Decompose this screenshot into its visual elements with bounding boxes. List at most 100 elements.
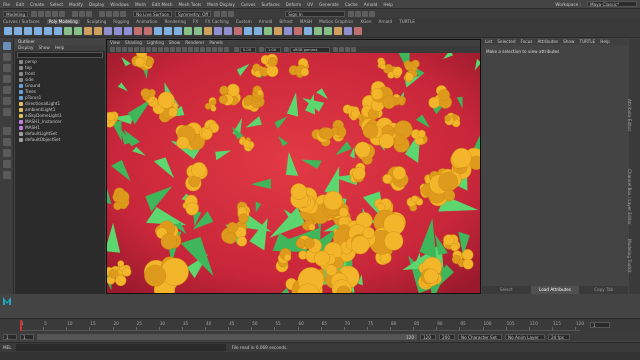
shelf-tab-2[interactable]: Sculpting [87, 19, 107, 24]
menu-item-windows[interactable]: Windows [110, 2, 129, 7]
smooth-shade-icon[interactable] [164, 47, 169, 52]
panel-layout2-icon[interactable] [339, 47, 344, 52]
outliner-menu-display[interactable]: Display [18, 45, 33, 51]
ambient-occlusion-icon[interactable] [194, 47, 199, 52]
outliner-search-input[interactable] [17, 52, 103, 58]
viewport-panel[interactable]: View Shading Lighting Show Renderer Panels 0.… [106, 39, 481, 294]
menu-item-deform[interactable]: Deform [286, 2, 302, 7]
live-surface-dropdown[interactable]: No Live Surface [133, 10, 172, 17]
camera-lock-icon[interactable] [116, 47, 121, 52]
outliner-item[interactable]: defaultObjectSet [15, 137, 105, 143]
layout-icon[interactable] [355, 10, 362, 17]
shelf-target-weld-icon[interactable] [184, 26, 192, 35]
menu-item-create[interactable]: Create [30, 2, 44, 7]
shelf-mash-icon[interactable] [354, 26, 362, 35]
menu-item-generate[interactable]: Generate [319, 2, 339, 7]
menu-item-cache[interactable]: Cache [345, 2, 358, 7]
menu-item-uv[interactable]: UV [307, 2, 313, 7]
side-tab-1[interactable]: Channel Box / Layer Editor [627, 169, 632, 225]
snap-point-icon[interactable] [113, 10, 120, 17]
attribute-tab-1[interactable]: Load Attributes [530, 286, 580, 294]
shelf-cube-icon[interactable] [14, 26, 22, 35]
scale-tool-icon[interactable] [3, 97, 11, 105]
shelf-tab-4[interactable]: Animation [136, 19, 157, 24]
side-tab-2[interactable]: Modeling Toolkit [627, 239, 632, 273]
shelf-tab-12[interactable]: Motion Graphics [319, 19, 353, 24]
shelf-tab-0[interactable]: Curves / Surfaces [3, 19, 40, 24]
panel-layout4-icon[interactable] [351, 47, 356, 52]
time-slider[interactable]: 1 5 10 15 20 25 30 35 40 45 50 55 60 65 70 75 80 85 90 95 10… [0, 318, 640, 332]
shelf-tab-7[interactable]: FX Caching [205, 19, 229, 24]
shelf-tab-8[interactable]: Custom [236, 19, 252, 24]
select-component-icon[interactable] [86, 10, 93, 17]
shelf-cone-icon[interactable] [34, 26, 42, 35]
time-slider-ticks[interactable]: 1 5 10 15 20 25 30 35 40 45 50 55 60 65 70 75 80 85 90 95 10… [20, 321, 584, 331]
outliner-menu-help[interactable]: Help [55, 45, 65, 51]
shadows-icon[interactable] [188, 47, 193, 52]
attribute-tab-2[interactable]: Copy Tab [579, 286, 628, 294]
shelf-insert-edge-loop-icon[interactable] [214, 26, 222, 35]
menu-item-help[interactable]: Help [383, 2, 393, 7]
shelf-quadrangulate-icon[interactable] [314, 26, 322, 35]
menu-item-display[interactable]: Display [89, 2, 104, 7]
shelf-tab-11[interactable]: MASH [300, 19, 312, 24]
attribute-tab-0[interactable]: Select [482, 286, 531, 294]
character-set-dropdown[interactable]: No Character Set [458, 333, 502, 340]
range-end-field[interactable]: 120 [420, 333, 436, 340]
wireframe-icon[interactable] [158, 47, 163, 52]
new-scene-icon[interactable] [31, 10, 38, 17]
select-object-icon[interactable] [79, 10, 86, 17]
isolate-select-icon[interactable] [212, 47, 217, 52]
mode-dropdown[interactable]: Modeling [3, 10, 29, 17]
shelf-reduce-icon[interactable] [284, 26, 292, 35]
shelf-extract-icon[interactable] [84, 26, 92, 35]
attribute-menu-turtle[interactable]: TURTLE [579, 39, 595, 45]
shelf-torus-icon[interactable] [54, 26, 62, 35]
command-language-label[interactable]: MEL [3, 345, 12, 350]
camera-select-icon[interactable] [110, 47, 115, 52]
use-all-lights-icon[interactable] [182, 47, 187, 52]
exposure-field[interactable]: 0.00 [240, 46, 256, 53]
anti-aliasing-icon[interactable] [206, 47, 211, 52]
viewport-menu-renderer[interactable]: Renderer [185, 40, 204, 46]
shelf-separate-icon[interactable] [74, 26, 82, 35]
xray-icon[interactable] [218, 47, 223, 52]
range-bar[interactable]: 120 [37, 333, 417, 340]
gamma-field[interactable]: 1.00 [265, 46, 281, 53]
wireframe-on-shaded-icon[interactable] [170, 47, 175, 52]
menu-item-curves[interactable]: Curves [241, 2, 256, 7]
shelf-bridge-icon[interactable] [124, 26, 132, 35]
shelf-tab-15[interactable]: TURTLE [399, 19, 415, 24]
color-management-icon[interactable] [284, 47, 289, 52]
shelf-crease-icon[interactable] [254, 26, 262, 35]
shelf-triangulate-icon[interactable] [304, 26, 312, 35]
four-pane-layout-icon[interactable] [3, 138, 11, 146]
bookmark-icon[interactable] [122, 47, 127, 52]
select-tool-icon[interactable] [3, 42, 11, 50]
resolution-gate-icon[interactable] [146, 47, 151, 52]
render-settings-icon[interactable] [228, 10, 235, 17]
shelf-tab-14[interactable]: Arnold [379, 19, 393, 24]
film-gate-icon[interactable] [140, 47, 145, 52]
sign-in-dropdown[interactable]: Sign In [285, 10, 346, 17]
redo-icon[interactable] [59, 10, 66, 17]
shelf-offset-edge-loop-icon[interactable] [224, 26, 232, 35]
shelf-combine-icon[interactable] [64, 26, 72, 35]
attribute-menu-attributes[interactable]: Attributes [537, 39, 558, 45]
command-input[interactable] [15, 344, 226, 351]
outliner-menu-show[interactable]: Show [38, 45, 49, 51]
shelf-mirror-icon[interactable] [274, 26, 282, 35]
viewport-menu-panels[interactable]: Panels [209, 40, 222, 46]
user-icon[interactable] [348, 10, 355, 17]
last-tool-icon[interactable] [3, 108, 11, 116]
shelf-tab-9[interactable]: Arnold [259, 19, 273, 24]
shelf-poke-icon[interactable] [234, 26, 242, 35]
select-hierarchy-icon[interactable] [72, 10, 79, 17]
ipr-render-icon[interactable] [221, 10, 228, 17]
range-start-field[interactable]: 1 [20, 333, 34, 340]
fps-dropdown[interactable]: 24 fps [548, 333, 570, 340]
shelf-tab-10[interactable]: Bifrost [279, 19, 293, 24]
shelf-fill-hole-icon[interactable] [164, 26, 172, 35]
panel-layout3-icon[interactable] [345, 47, 350, 52]
shelf-connect-icon[interactable] [194, 26, 202, 35]
